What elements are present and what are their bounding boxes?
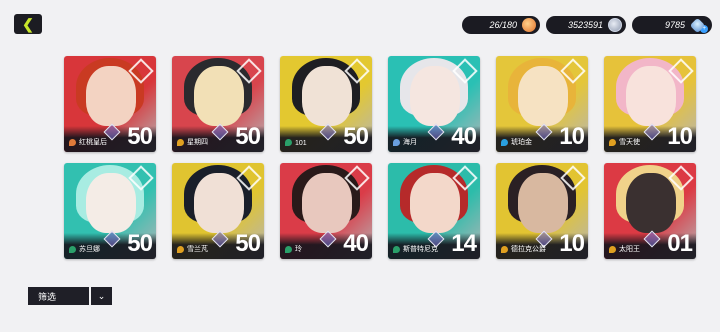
character-level: 01	[667, 230, 693, 257]
filter-label: 筛选	[38, 291, 57, 302]
character-card[interactable]: 太阳王 01	[604, 163, 696, 259]
character-name: 琥珀金	[511, 139, 532, 146]
filter-button[interactable]: 筛选	[28, 287, 89, 305]
character-level: 14	[451, 230, 477, 257]
character-name: 苏旦娜	[79, 246, 100, 253]
filter-dropdown-toggle[interactable]: ⌄	[91, 287, 112, 305]
element-icon	[69, 246, 76, 253]
character-name: 德拉克公爵	[511, 246, 546, 253]
character-portrait	[86, 66, 136, 126]
energy-value: 26/180	[489, 20, 517, 30]
character-name: 雪天使	[619, 139, 640, 146]
element-icon	[177, 246, 184, 253]
character-level: 10	[667, 123, 693, 150]
coin-icon	[608, 18, 622, 32]
element-icon	[393, 246, 400, 253]
element-icon	[609, 246, 616, 253]
element-icon	[609, 139, 616, 146]
character-portrait	[410, 66, 460, 126]
character-level: 50	[235, 230, 261, 257]
resource-bar: 26/180 3523591 9785 +	[462, 16, 712, 34]
character-level: 10	[559, 230, 585, 257]
chevron-left-icon: ❮	[22, 15, 34, 32]
character-portrait	[518, 66, 568, 126]
character-name: 星期四	[187, 139, 208, 146]
character-portrait	[626, 173, 676, 233]
character-card[interactable]: 琥珀金 10	[496, 56, 588, 152]
character-card[interactable]: 苏旦娜 50	[64, 163, 156, 259]
character-portrait	[194, 173, 244, 233]
character-name: 太阳王	[619, 246, 640, 253]
character-card[interactable]: 海月 40	[388, 56, 480, 152]
character-name: 红桃皇后	[79, 139, 107, 146]
element-icon	[501, 246, 508, 253]
character-level: 50	[127, 123, 153, 150]
character-card[interactable]: 德拉克公爵 10	[496, 163, 588, 259]
character-name: 斯普特尼克	[403, 246, 438, 253]
character-card[interactable]: 星期四 50	[172, 56, 264, 152]
character-level: 50	[235, 123, 261, 150]
element-icon	[177, 139, 184, 146]
element-icon	[69, 139, 76, 146]
coin-counter[interactable]: 3523591	[546, 16, 626, 34]
character-portrait	[410, 173, 460, 233]
character-name: 101	[295, 140, 307, 147]
energy-counter[interactable]: 26/180	[462, 16, 540, 34]
element-icon	[393, 139, 400, 146]
character-portrait	[518, 173, 568, 233]
chevron-down-icon: ⌄	[97, 290, 106, 301]
element-icon	[501, 139, 508, 146]
element-icon	[285, 246, 292, 253]
character-level: 50	[127, 230, 153, 257]
character-portrait	[194, 66, 244, 126]
character-portrait	[86, 173, 136, 233]
character-level: 50	[343, 123, 369, 150]
character-level: 40	[451, 123, 477, 150]
character-portrait	[626, 66, 676, 126]
back-button[interactable]: ❮	[14, 14, 42, 34]
character-card[interactable]: 红桃皇后 50	[64, 56, 156, 152]
coin-value: 3523591	[567, 20, 603, 30]
character-name: 海月	[403, 139, 417, 146]
character-name: 玲	[295, 246, 302, 253]
character-card[interactable]: 雪天使 10	[604, 56, 696, 152]
character-level: 10	[559, 123, 585, 150]
character-card[interactable]: 斯普特尼克 14	[388, 163, 480, 259]
element-icon	[285, 139, 292, 146]
character-portrait	[302, 173, 352, 233]
character-name: 雪兰芃	[187, 246, 208, 253]
energy-orb-icon	[522, 18, 536, 32]
character-card[interactable]: 雪兰芃 50	[172, 163, 264, 259]
gem-counter[interactable]: 9785 +	[632, 16, 712, 34]
character-card[interactable]: 玲 40	[280, 163, 372, 259]
gem-value: 9785	[664, 20, 685, 30]
character-portrait	[302, 66, 352, 126]
character-level: 40	[343, 230, 369, 257]
character-card[interactable]: 101 50	[280, 56, 372, 152]
